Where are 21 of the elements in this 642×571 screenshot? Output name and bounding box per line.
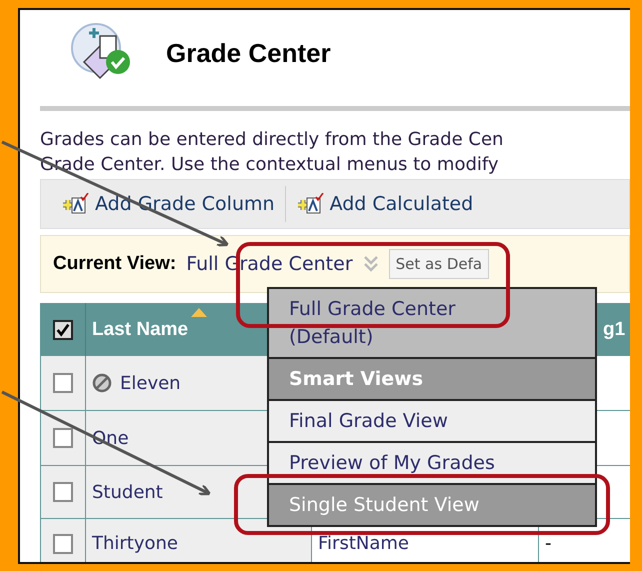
menu-heading: Smart Views (269, 357, 595, 399)
row-checkbox[interactable] (53, 534, 73, 554)
toolbar-button[interactable]: Add Grade Column (51, 193, 285, 215)
toolbar-button[interactable]: Add Calculated (286, 193, 484, 215)
add-column-icon (296, 193, 324, 215)
menu-item[interactable]: Full Grade Center (Default) (269, 289, 595, 357)
sort-arrow-icon (190, 308, 206, 317)
set-default-button[interactable]: Set as Defa (388, 249, 490, 279)
description-line: Grades can be entered directly from the Grade Cen (40, 128, 504, 152)
add-column-icon (61, 193, 89, 215)
row-checkbox[interactable] (53, 428, 73, 448)
current-view-label: Current View: (53, 253, 176, 275)
last-name-link[interactable]: Thirtyone (92, 533, 178, 554)
row-checkbox[interactable] (53, 482, 73, 502)
unavailable-icon (92, 373, 112, 393)
last-name-link[interactable]: Eleven (120, 372, 181, 394)
last-name-link[interactable]: Student (92, 482, 163, 502)
select-all-checkbox[interactable] (53, 320, 73, 340)
page-title: Grade Center (166, 38, 331, 68)
row-checkbox[interactable] (53, 373, 73, 393)
double-chevron-icon (362, 255, 379, 273)
